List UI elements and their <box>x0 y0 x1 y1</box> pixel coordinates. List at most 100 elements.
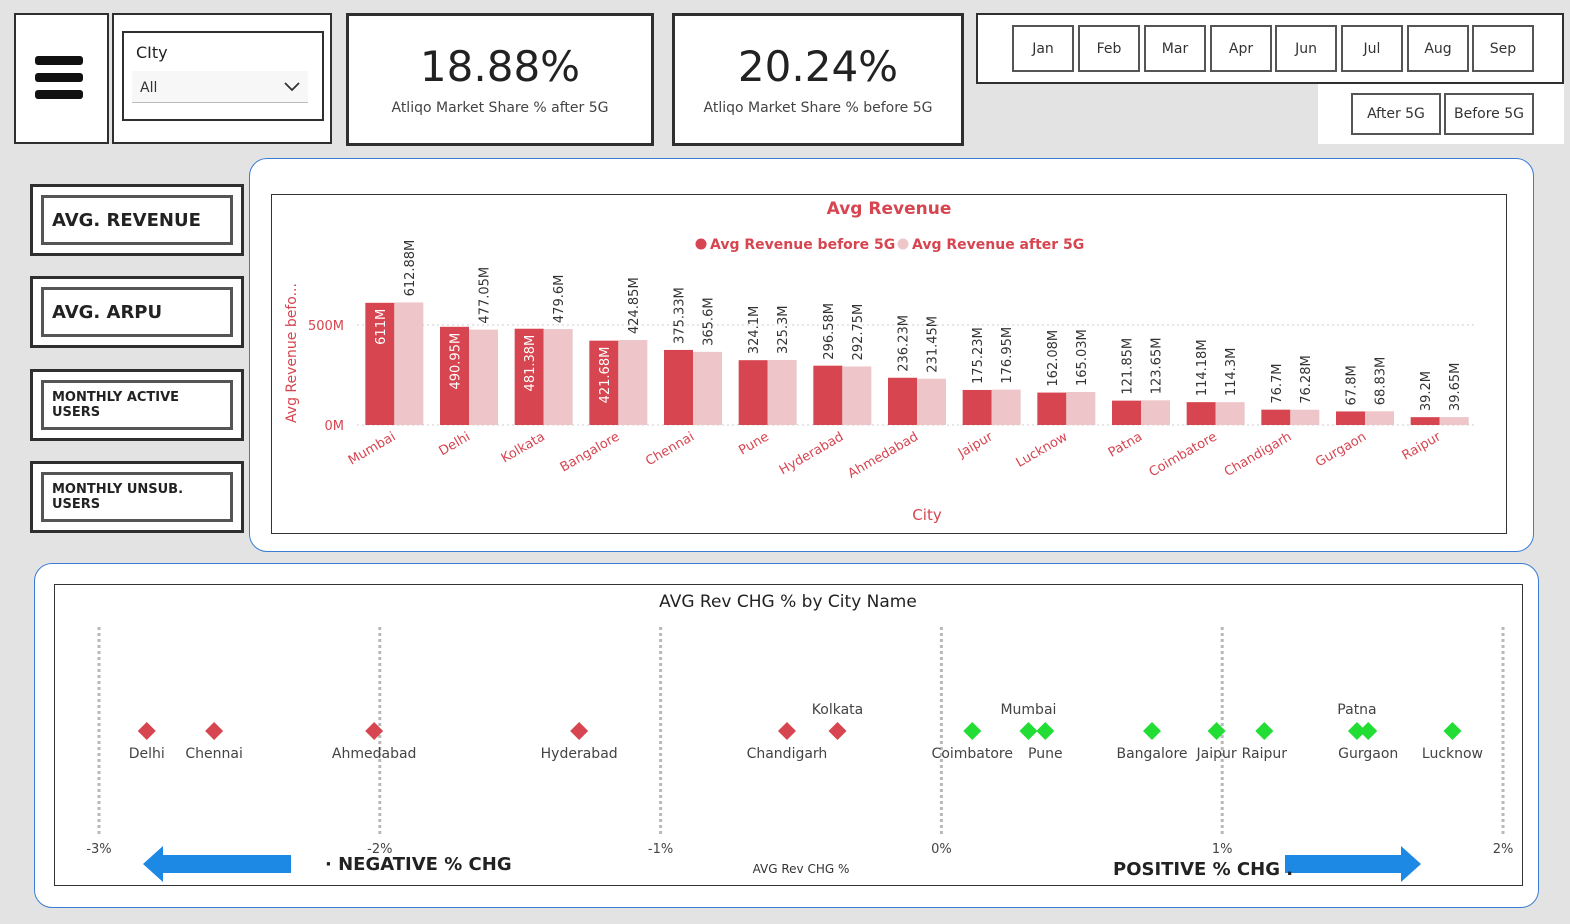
bar-after-5g <box>469 329 498 425</box>
x-tick-label: 0% <box>931 842 952 857</box>
bar-data-label: 165.03M <box>1075 329 1090 386</box>
x-tick-label: Kolkata <box>499 429 548 466</box>
right-arrow-icon <box>1285 846 1421 882</box>
x-axis-label: City <box>912 506 942 524</box>
bar-data-label: 39.2M <box>1419 371 1434 411</box>
point-label: Gurgaon <box>1338 746 1398 762</box>
city-dropdown-value: All <box>140 80 158 96</box>
bar-before-5g <box>1037 392 1067 425</box>
month-button-jul[interactable]: Jul <box>1341 25 1403 72</box>
x-tick-label: Pune <box>736 429 771 458</box>
month-slicer: Jan Feb Mar Apr Jun Jul Aug Sep <box>976 13 1564 84</box>
bar-data-label: 231.45M <box>926 316 941 373</box>
point-label: Jaipur <box>1196 746 1237 762</box>
hamburger-icon-bar <box>35 73 83 82</box>
city-dropdown[interactable]: All <box>132 71 308 103</box>
legend-label-after: Avg Revenue after 5G <box>912 237 1084 253</box>
month-button-mar[interactable]: Mar <box>1144 25 1206 72</box>
period-button-after-5g[interactable]: After 5G <box>1351 93 1441 135</box>
kpi-label: Atliqo Market Share % after 5G <box>391 100 609 116</box>
bar-after-5g <box>1215 402 1245 425</box>
bar-data-label: 375.33M <box>673 287 688 344</box>
month-button-aug[interactable]: Aug <box>1407 25 1469 72</box>
bar-after-5g <box>1141 400 1170 425</box>
point-label: Mumbai <box>1000 702 1056 718</box>
bar-before-5g <box>813 365 843 425</box>
month-button-apr[interactable]: Apr <box>1210 25 1272 72</box>
data-point-mumbai <box>1019 722 1038 740</box>
month-button-jun[interactable]: Jun <box>1275 25 1337 72</box>
bar-data-label: 324.1M <box>747 306 762 354</box>
point-label: Delhi <box>129 746 165 762</box>
nav-monthly-unsub-users-button[interactable]: MONTHLY UNSUB. USERS <box>30 461 244 533</box>
month-button-jan[interactable]: Jan <box>1012 25 1074 72</box>
hamburger-icon <box>35 56 83 65</box>
nav-avg-revenue-button[interactable]: AVG. REVENUE <box>30 184 244 256</box>
x-tick-label: 2% <box>1493 842 1514 857</box>
nav-monthly-active-users-button[interactable]: MONTHLY ACTIVE USERS <box>30 369 244 441</box>
point-label: Pune <box>1028 746 1063 762</box>
point-label: Lucknow <box>1422 746 1483 762</box>
bar-data-label: 365.6M <box>702 297 717 345</box>
avg-revenue-bar-chart: Avg Revenue Avg Revenue before 5G Avg Reve… <box>284 199 1477 524</box>
bar-data-label: 611M <box>374 309 389 345</box>
bar-data-label: 114.3M <box>1224 348 1239 396</box>
period-button-before-5g[interactable]: Before 5G <box>1444 93 1534 135</box>
kpi-market-share-before: 20.24% Atliqo Market Share % before 5G <box>672 13 964 146</box>
x-tick-label: Ahmedabad <box>846 429 921 481</box>
negative-change-label: · NEGATIVE % CHG <box>325 854 512 875</box>
nav-avg-arpu-label: AVG. ARPU <box>41 287 233 337</box>
bar-after-5g <box>917 378 946 425</box>
x-tick-label: Bangalore <box>558 429 623 475</box>
avg-revenue-panel: Avg Revenue Avg Revenue before 5G Avg Reve… <box>249 158 1534 552</box>
bar-after-5g <box>767 359 797 425</box>
positive-change-label: POSITIVE % CHG . <box>1113 859 1293 880</box>
bar-data-label: 490.95M <box>449 333 464 390</box>
nav-avg-arpu-button[interactable]: AVG. ARPU <box>30 276 244 348</box>
data-point-gurgaon <box>1359 722 1378 740</box>
point-label: Bangalore <box>1116 746 1187 762</box>
bar-after-5g <box>1439 417 1469 425</box>
period-slicer: After 5G Before 5G <box>1318 84 1564 144</box>
city-slicer-frame: CIty All <box>122 31 324 121</box>
bar-data-label: 162.08M <box>1046 330 1061 387</box>
x-tick-label: Coimbatore <box>1147 429 1220 480</box>
city-slicer-label: CIty <box>136 43 168 62</box>
x-tick-label: Chandigarh <box>1222 429 1294 479</box>
bar-before-5g <box>664 349 693 425</box>
month-button-sep[interactable]: Sep <box>1472 25 1534 72</box>
city-slicer: CIty All <box>112 13 332 144</box>
point-label: Raipur <box>1242 746 1288 762</box>
point-label: Chennai <box>185 746 242 762</box>
bar-after-5g <box>618 340 648 425</box>
kpi-market-share-after: 18.88% Atliqo Market Share % after 5G <box>346 13 654 146</box>
bar-after-5g <box>693 351 722 425</box>
point-label: Patna <box>1337 702 1376 718</box>
bar-data-label: 76.7M <box>1270 363 1285 403</box>
bar-after-5g <box>1365 411 1394 425</box>
bar-before-5g <box>738 360 768 425</box>
nav-monthly-active-users-label: MONTHLY ACTIVE USERS <box>41 380 233 430</box>
bar-before-5g <box>962 389 992 425</box>
data-point-kolkata <box>828 722 847 740</box>
point-label: Ahmedabad <box>332 746 417 762</box>
bar-data-label: 477.05M <box>478 267 493 324</box>
data-point-lucknow <box>1443 722 1462 740</box>
legend-label-before: Avg Revenue before 5G <box>710 237 895 253</box>
bar-after-5g <box>1290 409 1320 425</box>
x-tick-label: Lucknow <box>1014 429 1071 471</box>
month-button-feb[interactable]: Feb <box>1078 25 1140 72</box>
avg-revenue-chart-frame: Avg Revenue Avg Revenue before 5G Avg Reve… <box>271 194 1507 534</box>
bar-before-5g <box>1410 417 1440 425</box>
x-tick-label: 1% <box>1212 842 1233 857</box>
y-tick-label: 0M <box>325 419 345 434</box>
menu-button[interactable] <box>14 13 109 144</box>
left-arrow-icon <box>143 846 291 882</box>
bar-before-5g <box>888 377 917 425</box>
data-point-chennai <box>205 722 224 740</box>
nav-monthly-unsub-users-label: MONTHLY UNSUB. USERS <box>41 472 233 522</box>
data-point-chandigarh <box>777 722 796 740</box>
bar-data-label: 612.88M <box>403 240 418 297</box>
chevron-down-icon <box>284 82 300 92</box>
y-axis-label: Avg Revenue befo... <box>284 283 300 423</box>
